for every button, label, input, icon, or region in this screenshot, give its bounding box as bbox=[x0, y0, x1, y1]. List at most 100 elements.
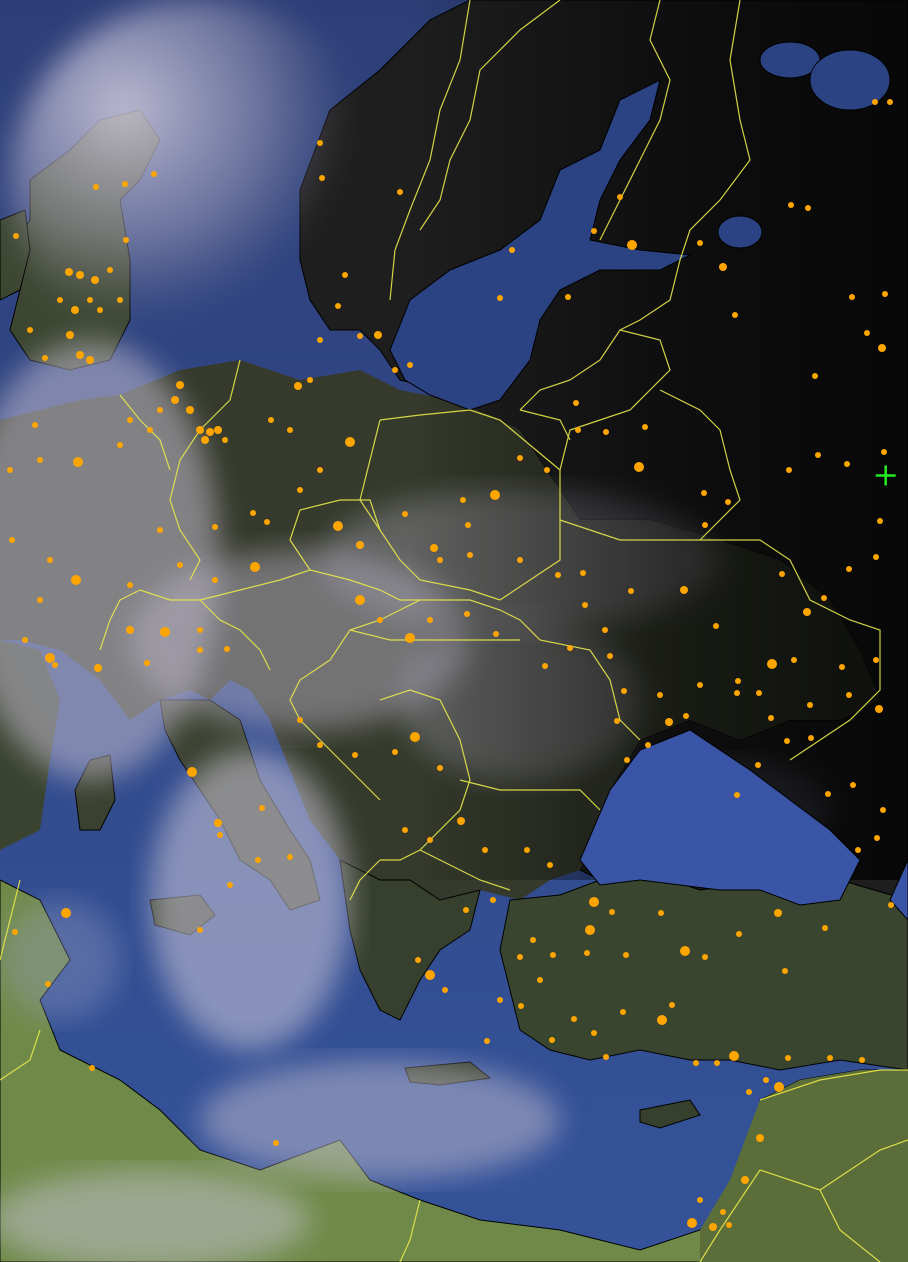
city-dot bbox=[160, 627, 170, 637]
city-dot bbox=[807, 702, 813, 708]
city-dot bbox=[680, 586, 688, 594]
city-dot bbox=[827, 1055, 833, 1061]
city-dot bbox=[591, 1030, 597, 1036]
city-dot bbox=[825, 791, 831, 797]
white-sea bbox=[809, 49, 891, 111]
city-dot bbox=[658, 910, 664, 916]
city-dot bbox=[427, 617, 433, 623]
city-dot bbox=[530, 937, 536, 943]
city-dot bbox=[628, 588, 634, 594]
city-dot bbox=[493, 631, 499, 637]
city-dot bbox=[497, 295, 503, 301]
city-dot bbox=[537, 977, 543, 983]
city-dot bbox=[702, 522, 708, 528]
city-dot bbox=[609, 909, 615, 915]
city-dot bbox=[784, 738, 790, 744]
city-dot bbox=[273, 1140, 279, 1146]
city-dot bbox=[657, 692, 663, 698]
city-dot bbox=[177, 562, 183, 568]
city-dot bbox=[850, 782, 856, 788]
city-dot bbox=[377, 617, 383, 623]
city-dot bbox=[746, 1089, 752, 1095]
city-dot bbox=[374, 331, 382, 339]
city-dot bbox=[709, 1223, 717, 1231]
city-dot bbox=[697, 1197, 703, 1203]
city-dot bbox=[693, 1060, 699, 1066]
city-dot bbox=[66, 331, 74, 339]
city-dot bbox=[627, 240, 637, 250]
city-dot bbox=[197, 647, 203, 653]
city-dot bbox=[107, 267, 113, 273]
city-dot bbox=[117, 442, 123, 448]
city-dot bbox=[882, 291, 888, 297]
city-dot bbox=[460, 497, 466, 503]
city-dot bbox=[437, 765, 443, 771]
city-dot bbox=[725, 499, 731, 505]
city-dot bbox=[214, 819, 222, 827]
city-dot bbox=[52, 662, 58, 668]
city-dot bbox=[859, 1057, 865, 1063]
city-dot bbox=[268, 417, 274, 423]
city-dot bbox=[45, 981, 51, 987]
city-dot bbox=[713, 623, 719, 629]
city-dot bbox=[465, 522, 471, 528]
city-dot bbox=[887, 99, 893, 105]
city-dot bbox=[779, 571, 785, 577]
city-dot bbox=[287, 854, 293, 860]
city-dot bbox=[22, 637, 28, 643]
city-dot bbox=[227, 882, 233, 888]
city-dot bbox=[463, 907, 469, 913]
city-dot bbox=[720, 1209, 726, 1215]
city-dot bbox=[697, 682, 703, 688]
city-dot bbox=[509, 247, 515, 253]
city-dot bbox=[13, 233, 19, 239]
city-dot bbox=[65, 268, 73, 276]
city-dot bbox=[157, 527, 163, 533]
city-dot bbox=[803, 608, 811, 616]
city-dot bbox=[151, 171, 157, 177]
city-dot bbox=[524, 847, 530, 853]
city-dot bbox=[32, 422, 38, 428]
city-dot bbox=[812, 373, 818, 379]
city-dot bbox=[571, 1016, 577, 1022]
city-dot bbox=[702, 954, 708, 960]
city-dot bbox=[517, 557, 523, 563]
city-dot bbox=[335, 303, 341, 309]
city-dot bbox=[217, 832, 223, 838]
city-dot bbox=[634, 462, 644, 472]
city-dot bbox=[844, 461, 850, 467]
city-dot bbox=[76, 351, 84, 359]
city-dot bbox=[212, 577, 218, 583]
city-dot bbox=[410, 732, 420, 742]
city-dot bbox=[888, 902, 894, 908]
city-dot bbox=[821, 595, 827, 601]
city-dot bbox=[94, 664, 102, 672]
city-dot bbox=[881, 449, 887, 455]
city-dot bbox=[623, 952, 629, 958]
city-dot bbox=[669, 1002, 675, 1008]
city-dot bbox=[756, 690, 762, 696]
city-dot bbox=[875, 705, 883, 713]
city-dot bbox=[117, 297, 123, 303]
city-dot bbox=[805, 205, 811, 211]
satellite-map[interactable] bbox=[0, 0, 908, 1262]
city-dot bbox=[91, 276, 99, 284]
city-dot bbox=[736, 931, 742, 937]
city-dot bbox=[73, 457, 83, 467]
city-dot bbox=[317, 140, 323, 146]
land-turkey bbox=[499, 869, 908, 1071]
city-dot bbox=[352, 752, 358, 758]
city-dot bbox=[846, 692, 852, 698]
city-dot bbox=[9, 537, 15, 543]
night-shade bbox=[0, 0, 908, 880]
city-dot bbox=[397, 189, 403, 195]
city-dot bbox=[7, 467, 13, 473]
city-dot bbox=[319, 175, 325, 181]
city-dot bbox=[585, 925, 595, 935]
city-dot bbox=[97, 307, 103, 313]
city-dot bbox=[297, 487, 303, 493]
city-dot bbox=[464, 611, 470, 617]
city-dot bbox=[89, 1065, 95, 1071]
city-dot bbox=[214, 426, 222, 434]
city-dot bbox=[607, 653, 613, 659]
